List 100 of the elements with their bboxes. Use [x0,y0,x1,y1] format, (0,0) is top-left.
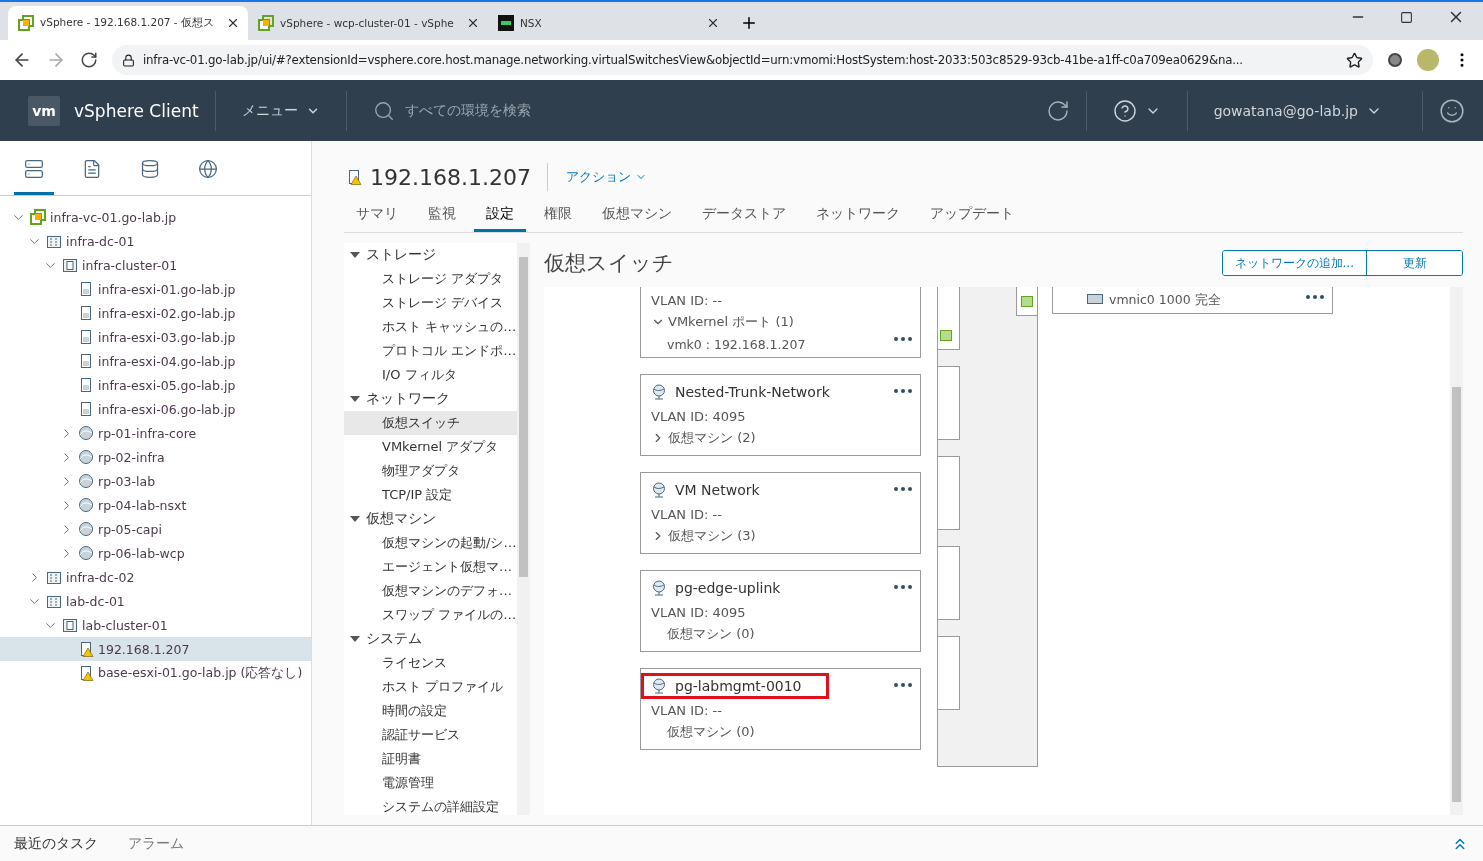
tree-item[interactable]: rp-02-infra [0,445,311,469]
tree-item[interactable]: infra-esxi-03.go-lab.jp [0,325,311,349]
refresh-icon[interactable] [1045,98,1070,123]
tree-item[interactable]: 192.168.1.207 [0,637,311,661]
settings-nav-item[interactable]: 仮想マシンの起動/シ… [344,531,517,555]
members-toggle[interactable]: 仮想マシン (3) [651,525,756,547]
server-warning-icon [78,665,94,681]
tree-item[interactable]: lab-dc-01 [0,589,311,613]
settings-nav-item[interactable]: ホスト キャッシュの… [344,315,517,339]
settings-nav-item[interactable]: VMkernel アダプタ [344,435,517,459]
bookmark-star-icon[interactable] [1346,51,1363,69]
more-icon[interactable] [894,683,912,687]
settings-nav-item[interactable]: ライセンス [344,651,517,675]
more-icon[interactable] [894,487,912,491]
settings-nav-item[interactable]: 証明書 [344,747,517,771]
more-icon[interactable] [894,389,912,393]
menu-dropdown[interactable]: メニュー [231,101,330,120]
settings-nav-item[interactable]: 仮想スイッチ [344,411,517,435]
object-tab[interactable]: サマリ [344,199,410,232]
resource-pool-icon [78,425,94,441]
vsphere-logo-icon [18,15,34,31]
object-tab[interactable]: データストア [690,199,798,232]
vlan-id: VLAN ID: 4095 [651,604,746,620]
caret-down-icon[interactable] [350,634,360,644]
more-icon[interactable] [894,585,912,589]
members-toggle[interactable]: 仮想マシン (2) [651,427,756,449]
settings-nav-item[interactable]: ストレージ アダプタ [344,267,517,291]
vmkernel-port: vmk0 : 192.168.1.207 [666,336,806,352]
tree-item[interactable]: infra-esxi-01.go-lab.jp [0,277,311,301]
settings-nav-item[interactable]: スワップ ファイルの… [344,603,517,627]
cluster-icon [62,257,78,273]
tree-item[interactable]: infra-esxi-05.go-lab.jp [0,373,311,397]
object-tab[interactable]: 監視 [416,199,468,232]
server-warning-icon [346,169,362,185]
new-tab-icon[interactable] [740,14,758,32]
smiley-icon[interactable] [1439,97,1465,124]
vlan-id: VLAN ID: -- [651,292,722,308]
tree-item[interactable]: rp-04-lab-nsxt [0,493,311,517]
browser-tab[interactable]: NSX [488,6,728,40]
settings-nav-item[interactable]: エージェント仮想マ… [344,555,517,579]
reload-icon[interactable] [80,51,98,69]
settings-nav-item[interactable]: I/O フィルタ [344,363,517,387]
tree-item[interactable]: lab-cluster-01 [0,613,311,637]
settings-nav-item[interactable]: プロトコル エンドポ… [344,339,517,363]
settings-nav-item[interactable]: 物理アダプタ [344,459,517,483]
tree-item[interactable]: infra-vc-01.go-lab.jp [0,205,311,229]
close-icon[interactable] [226,16,240,30]
browser-tab[interactable]: vSphere - 192.168.1.207 - 仮想ス [8,6,248,40]
bottom-tab[interactable]: アラーム [128,834,184,853]
object-tab[interactable]: 権限 [532,199,584,232]
caret-down-icon[interactable] [350,394,360,404]
tree-item[interactable]: infra-esxi-06.go-lab.jp [0,397,311,421]
tree-item[interactable]: rp-06-lab-wcp [0,541,311,565]
object-tab[interactable]: ネットワーク [804,199,912,232]
settings-nav-item[interactable]: ストレージ デバイス [344,291,517,315]
actions-dropdown[interactable]: アクション [546,163,647,191]
scrollbar[interactable] [1450,287,1463,815]
settings-nav-item[interactable]: 時間の設定 [344,699,517,723]
server-icon [78,401,94,417]
object-tab[interactable]: 設定 [474,199,526,232]
search-field[interactable]: すべての環境を検索 [362,99,693,122]
tree-item[interactable]: infra-dc-01 [0,229,311,253]
tree-item[interactable]: infra-esxi-04.go-lab.jp [0,349,311,373]
tree-item[interactable]: infra-esxi-02.go-lab.jp [0,301,311,325]
members-toggle[interactable]: VMkernel ポート (1) [651,311,794,333]
settings-nav-item[interactable]: ホスト プロファイル [344,675,517,699]
tree-item[interactable]: base-esxi-01.go-lab.jp (応答なし) [0,661,311,685]
settings-nav-item[interactable]: 電源管理 [344,771,517,795]
extension-icon[interactable] [1387,52,1403,68]
settings-nav-item[interactable]: TCP/IP 設定 [344,483,517,507]
address-bar[interactable]: infra-vc-01.go-lab.jp/ui/#?extensionId=vsphere.core.host.manage.networking.virtualSwitchesView&objectId=urn:vmomi:HostSystem:host-2033:503c8529-93cb-41be-a1ff-c0a709ea0629&na... [112,45,1373,75]
hosts-clusters-tab[interactable] [14,159,54,195]
user-dropdown[interactable]: gowatana@go-lab.jp [1203,102,1392,119]
maximize-icon[interactable] [1400,10,1413,24]
tree-item[interactable]: rp-05-capi [0,517,311,541]
more-icon[interactable] [894,337,912,341]
object-tab[interactable]: 仮想マシン [590,199,684,232]
toolbar-button[interactable]: ネットワークの追加... [1222,251,1366,275]
building-icon [46,233,62,249]
scrollbar[interactable] [517,243,530,815]
settings-nav-item[interactable]: 認証サービス [344,723,517,747]
caret-down-icon[interactable] [350,514,360,524]
settings-nav-item[interactable]: 仮想マシンのデフォ… [344,579,517,603]
bottom-tab[interactable]: 最近のタスク [14,834,98,853]
tree-item[interactable]: infra-dc-02 [0,565,311,589]
tree-item[interactable]: rp-03-lab [0,469,311,493]
toolbar-button[interactable]: 更新 [1366,251,1462,275]
tree-item[interactable]: rp-01-infra-core [0,421,311,445]
object-tab[interactable]: アップデート [918,199,1026,232]
port-icon [1021,295,1033,307]
vlan-id: VLAN ID: -- [651,506,722,522]
settings-nav-item[interactable]: システムの詳細設定 [344,795,517,815]
uplink-label: vmnic0 1000 完全 [1109,291,1221,309]
port-group-name: Nested-Trunk-Network [641,379,840,405]
caret-down-icon[interactable] [350,250,360,260]
browser-tab[interactable]: vSphere - wcp-cluster-01 - vSphe [248,6,488,40]
close-icon[interactable] [466,16,480,30]
close-icon[interactable] [706,16,720,30]
more-icon[interactable] [1306,295,1324,299]
tree-item[interactable]: infra-cluster-01 [0,253,311,277]
